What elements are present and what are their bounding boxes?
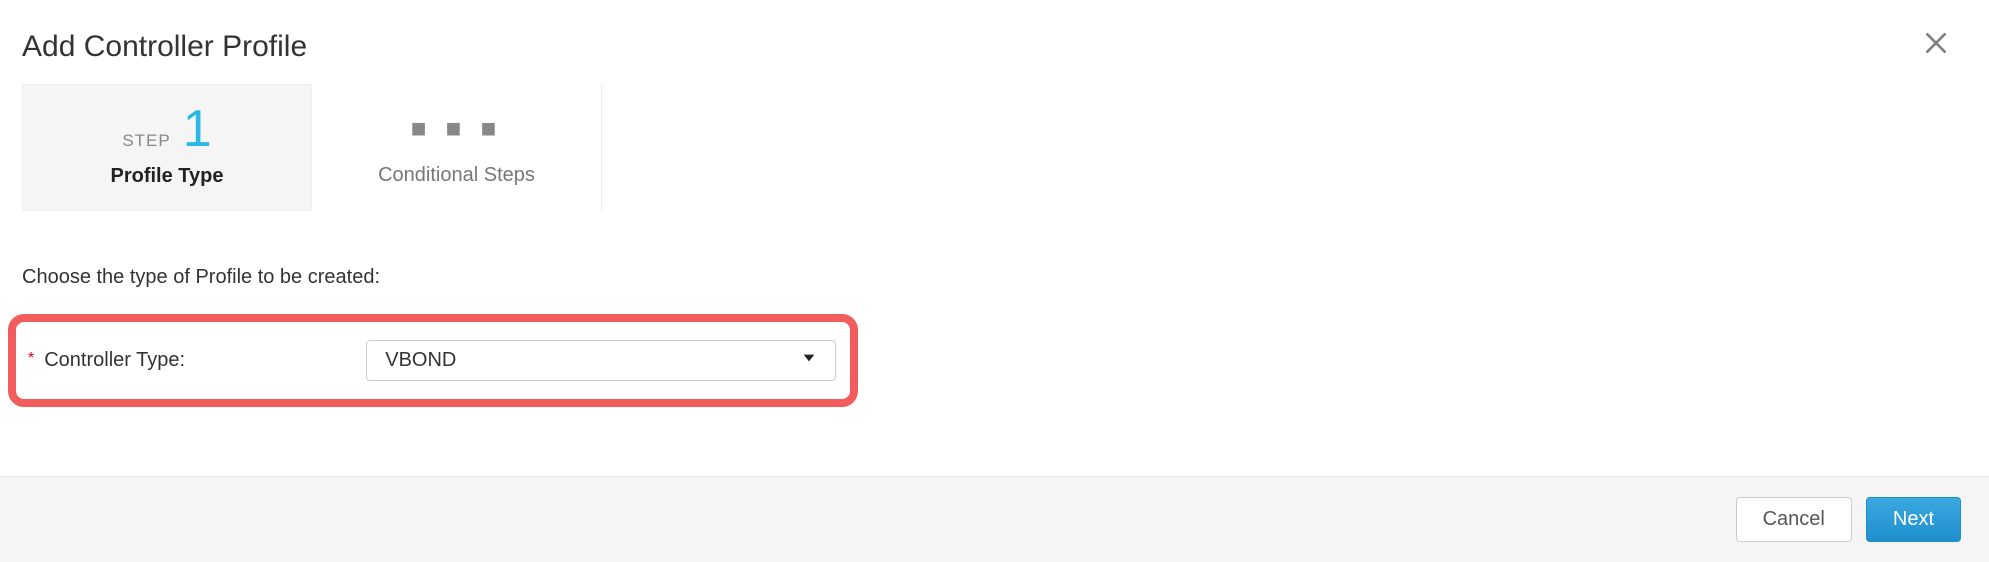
- step-1-profile-type[interactable]: STEP 1 Profile Type: [22, 84, 312, 211]
- required-asterisk: *: [28, 350, 34, 368]
- controller-type-label: Controller Type:: [44, 349, 364, 372]
- controller-type-row-highlight: * Controller Type: VBOND: [8, 314, 858, 407]
- controller-type-select[interactable]: VBOND: [366, 340, 836, 381]
- wizard-steps: STEP 1 Profile Type ■ ■ ■ Conditional St…: [0, 84, 1989, 211]
- next-button[interactable]: Next: [1866, 497, 1961, 542]
- controller-type-value: VBOND: [385, 349, 456, 372]
- step-number: 1: [183, 103, 212, 155]
- ellipsis-icon: ■ ■ ■: [352, 102, 561, 154]
- step-name: Conditional Steps: [352, 164, 561, 187]
- dialog-footer: Cancel Next: [0, 476, 1989, 562]
- cancel-button[interactable]: Cancel: [1736, 497, 1852, 542]
- chevron-down-icon: [801, 350, 817, 371]
- step-prefix: STEP: [122, 131, 170, 151]
- close-icon[interactable]: [1913, 30, 1959, 61]
- dialog-title: Add Controller Profile: [22, 30, 307, 64]
- step-name: Profile Type: [63, 165, 271, 188]
- step-conditional: ■ ■ ■ Conditional Steps: [312, 84, 602, 211]
- prompt-text: Choose the type of Profile to be created…: [0, 211, 1989, 314]
